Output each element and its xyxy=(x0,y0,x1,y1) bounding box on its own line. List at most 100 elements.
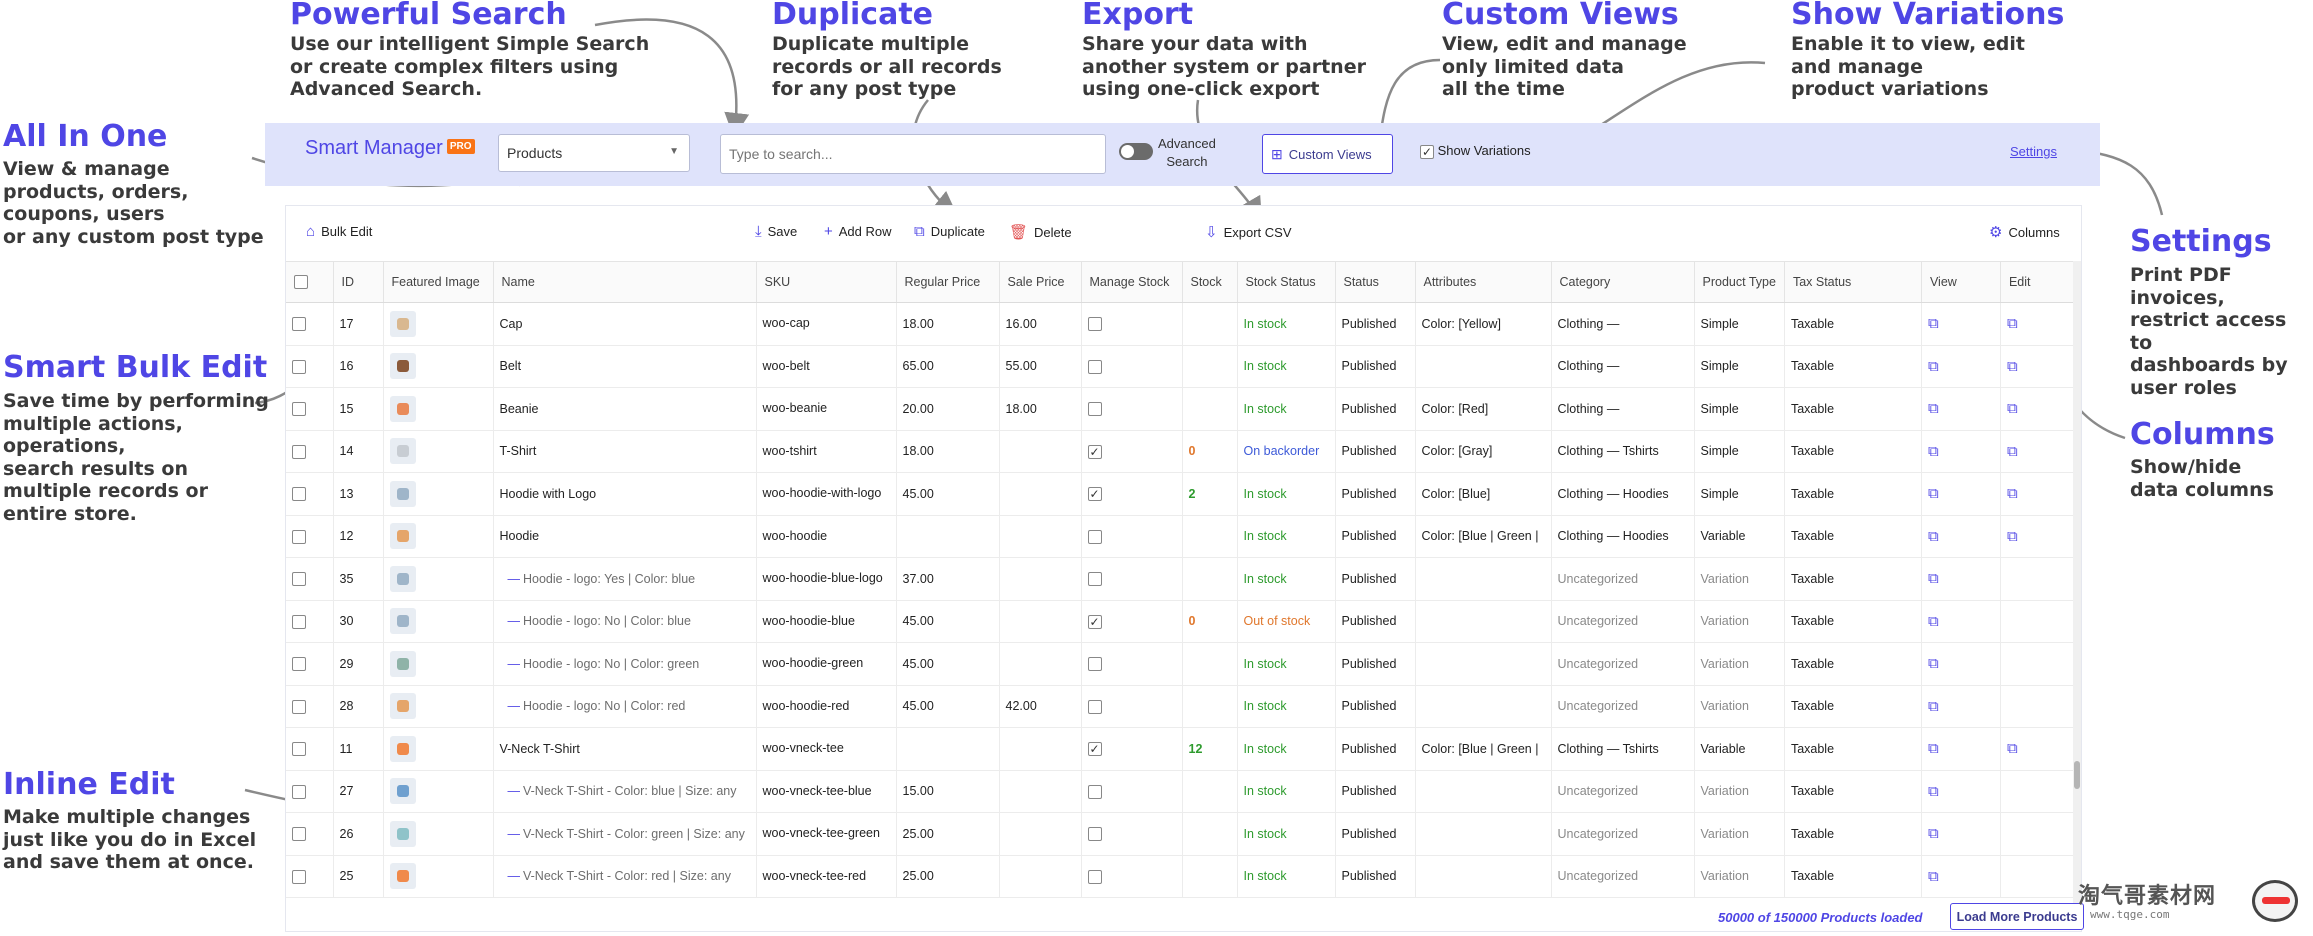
name-cell[interactable]: Cap xyxy=(493,302,757,346)
view-cell[interactable]: ⧉ xyxy=(1921,557,2001,601)
regular-price-cell[interactable] xyxy=(896,727,1000,771)
tax-status-cell[interactable]: Taxable xyxy=(1784,727,1922,771)
sale-price-cell[interactable] xyxy=(999,515,1082,558)
product-thumbnail[interactable] xyxy=(389,863,416,890)
featured-image-cell[interactable] xyxy=(383,812,494,856)
category-cell[interactable]: Uncategorized xyxy=(1551,855,1695,898)
edit-link-icon[interactable]: ⧉ xyxy=(2007,358,2018,375)
custom-views-button[interactable]: ⊞ Custom Views xyxy=(1262,134,1393,174)
category-cell[interactable]: Clothing — Hoodies xyxy=(1551,515,1695,558)
select-cell[interactable] xyxy=(286,515,334,558)
select-cell[interactable] xyxy=(286,812,334,856)
external-link-icon[interactable]: ⧉ xyxy=(1928,528,1939,545)
edit-cell[interactable]: ⧉ xyxy=(2000,472,2076,516)
manage-stock-checkbox[interactable] xyxy=(1087,657,1102,672)
sale-price-cell[interactable] xyxy=(999,430,1082,473)
manage-stock-cell[interactable] xyxy=(1081,727,1183,771)
view-cell[interactable]: ⧉ xyxy=(1921,515,2001,558)
tax-status-cell[interactable]: Taxable xyxy=(1784,472,1922,516)
product-thumbnail[interactable] xyxy=(389,778,416,805)
stock-cell[interactable]: 12 xyxy=(1182,727,1238,771)
manage-stock-cell[interactable] xyxy=(1081,302,1183,346)
attributes-cell[interactable]: Color: [Blue] xyxy=(1415,472,1552,516)
regular-price-cell[interactable]: 25.00 xyxy=(896,855,1000,898)
product-type-cell[interactable]: Variation xyxy=(1694,770,1785,813)
product-thumbnail[interactable] xyxy=(389,565,416,592)
external-link-icon[interactable]: ⧉ xyxy=(1928,315,1939,332)
status-cell[interactable]: Published xyxy=(1335,770,1416,813)
regular-price-cell[interactable]: 25.00 xyxy=(896,812,1000,856)
sale-price-cell[interactable]: 18.00 xyxy=(999,387,1082,431)
stock-status-cell[interactable]: In stock xyxy=(1237,515,1336,558)
tax-status-cell[interactable]: Taxable xyxy=(1784,812,1922,856)
tax-status-cell[interactable]: Taxable xyxy=(1784,770,1922,813)
featured-image-cell[interactable] xyxy=(383,855,494,898)
view-cell[interactable]: ⧉ xyxy=(1921,430,2001,473)
product-thumbnail[interactable] xyxy=(389,395,416,422)
search-input[interactable] xyxy=(720,134,1106,174)
manage-stock-cell[interactable] xyxy=(1081,770,1183,813)
tax-status-cell[interactable]: Taxable xyxy=(1784,302,1922,346)
row-checkbox[interactable] xyxy=(292,699,306,714)
export-csv-button[interactable]: ⇩ Export CSV xyxy=(1205,223,1292,241)
delete-button[interactable]: 🗑 Delete xyxy=(1009,223,1072,241)
manage-stock-cell[interactable] xyxy=(1081,642,1183,686)
stock-status-cell[interactable]: In stock xyxy=(1237,642,1336,686)
manage-stock-checkbox[interactable] xyxy=(1087,444,1102,459)
manage-stock-checkbox[interactable] xyxy=(1087,742,1102,757)
product-type-cell[interactable]: Simple xyxy=(1694,387,1785,431)
table-row[interactable]: 30 — Hoodie - logo: No | Color: blue woo-ho… xyxy=(286,600,2076,643)
regular-price-cell[interactable]: 20.00 xyxy=(896,387,1000,431)
manage-stock-cell[interactable] xyxy=(1081,685,1183,728)
select-cell[interactable] xyxy=(286,600,334,643)
stock-status-cell[interactable]: In stock xyxy=(1237,345,1336,388)
sku-cell[interactable]: woo-belt xyxy=(756,345,897,388)
select-cell[interactable] xyxy=(286,387,334,431)
column-header[interactable]: Category xyxy=(1551,261,1695,303)
status-cell[interactable]: Published xyxy=(1335,855,1416,898)
column-header[interactable]: ID xyxy=(333,261,384,303)
attributes-cell[interactable] xyxy=(1415,557,1552,601)
name-cell[interactable]: — V-Neck T-Shirt - Color: green | Size: a… xyxy=(493,812,757,856)
product-thumbnail[interactable] xyxy=(389,523,416,550)
manage-stock-cell[interactable] xyxy=(1081,812,1183,856)
featured-image-cell[interactable] xyxy=(383,387,494,431)
category-cell[interactable]: Clothing — Tshirts xyxy=(1551,430,1695,473)
category-cell[interactable]: Clothing — Hoodies xyxy=(1551,472,1695,516)
regular-price-cell[interactable]: 15.00 xyxy=(896,770,1000,813)
scrollbar-thumb[interactable] xyxy=(2074,761,2080,789)
column-header[interactable]: Stock xyxy=(1182,261,1238,303)
stock-status-cell[interactable]: In stock xyxy=(1237,855,1336,898)
attributes-cell[interactable] xyxy=(1415,345,1552,388)
featured-image-cell[interactable] xyxy=(383,472,494,516)
select-cell[interactable] xyxy=(286,770,334,813)
product-type-cell[interactable]: Variable xyxy=(1694,515,1785,558)
tax-status-cell[interactable]: Taxable xyxy=(1784,515,1922,558)
row-checkbox[interactable] xyxy=(292,359,306,374)
edit-link-icon[interactable]: ⧉ xyxy=(2007,400,2018,417)
attributes-cell[interactable] xyxy=(1415,812,1552,856)
status-cell[interactable]: Published xyxy=(1335,642,1416,686)
product-type-cell[interactable]: Variable xyxy=(1694,727,1785,771)
manage-stock-cell[interactable] xyxy=(1081,345,1183,388)
view-cell[interactable]: ⧉ xyxy=(1921,685,2001,728)
view-cell[interactable]: ⧉ xyxy=(1921,770,2001,813)
name-cell[interactable]: — Hoodie - logo: No | Color: green xyxy=(493,642,757,686)
featured-image-cell[interactable] xyxy=(383,685,494,728)
stock-status-cell[interactable]: Out of stock xyxy=(1237,600,1336,643)
product-type-cell[interactable]: Simple xyxy=(1694,302,1785,346)
regular-price-cell[interactable]: 37.00 xyxy=(896,557,1000,601)
tax-status-cell[interactable]: Taxable xyxy=(1784,600,1922,643)
featured-image-cell[interactable] xyxy=(383,727,494,771)
column-header[interactable]: Manage Stock xyxy=(1081,261,1183,303)
manage-stock-checkbox[interactable] xyxy=(1087,529,1102,544)
category-cell[interactable]: Uncategorized xyxy=(1551,642,1695,686)
attributes-cell[interactable] xyxy=(1415,600,1552,643)
stock-cell[interactable] xyxy=(1182,642,1238,686)
external-link-icon[interactable]: ⧉ xyxy=(1928,400,1939,417)
name-cell[interactable]: — V-Neck T-Shirt - Color: red | Size: any xyxy=(493,855,757,898)
category-cell[interactable]: Clothing — xyxy=(1551,302,1695,346)
load-more-button[interactable]: Load More Products xyxy=(1950,903,2084,930)
stock-status-cell[interactable]: In stock xyxy=(1237,557,1336,601)
product-type-cell[interactable]: Variation xyxy=(1694,685,1785,728)
